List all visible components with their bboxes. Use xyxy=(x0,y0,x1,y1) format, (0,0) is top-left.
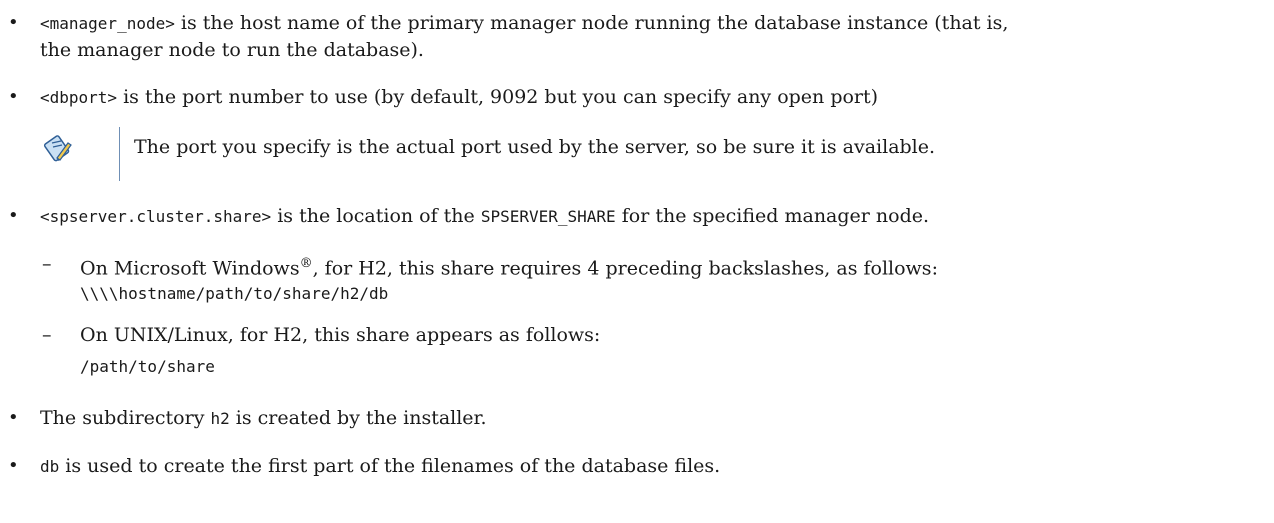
windows-text-1: On Microsoft Windows xyxy=(80,257,300,280)
windows-share-path: \\\\hostname/path/to/share/h2/db xyxy=(80,284,389,303)
document-page: • <manager_node> is the host name of the… xyxy=(0,0,1274,523)
code-manager-node: <manager_node> xyxy=(40,14,175,33)
dash: – xyxy=(42,253,52,275)
code-spserver-cluster-share: <spserver.cluster.share> xyxy=(40,207,272,226)
unix-share-path: /path/to/share xyxy=(80,357,215,376)
unix-text: On UNIX/Linux, for H2, this share appear… xyxy=(80,324,601,346)
bullet: • xyxy=(8,407,19,428)
bullet: • xyxy=(8,12,19,33)
note-divider xyxy=(119,127,120,181)
dash: – xyxy=(42,324,52,346)
manager-node-description-cont: the manager node to run the database). xyxy=(40,39,424,61)
code-dbport: <dbport> xyxy=(40,88,118,107)
windows-text-2: , for H2, this share requires 4 precedin… xyxy=(312,257,938,280)
subdirectory-text-2: is created by the installer. xyxy=(229,407,487,429)
db-description: is used to create the first part of the … xyxy=(59,455,721,477)
share-description-1: is the location of the xyxy=(271,205,481,227)
dbport-description: is the port number to use (by default, 9… xyxy=(117,86,879,108)
code-spserver-share: SPSERVER_SHARE xyxy=(480,207,616,226)
bullet: • xyxy=(8,455,19,476)
note-text: The port you specify is the actual port … xyxy=(134,136,936,158)
code-db: db xyxy=(40,457,60,476)
registered-mark: ® xyxy=(299,256,313,271)
manager-node-description: is the host name of the primary manager … xyxy=(174,12,1009,34)
bullet: • xyxy=(8,205,19,226)
bullet: • xyxy=(8,86,19,107)
code-h2: h2 xyxy=(210,409,230,428)
share-description-2: for the specified manager node. xyxy=(615,205,930,227)
note-pencil-icon xyxy=(43,135,72,162)
subdirectory-text-1: The subdirectory xyxy=(40,407,211,429)
